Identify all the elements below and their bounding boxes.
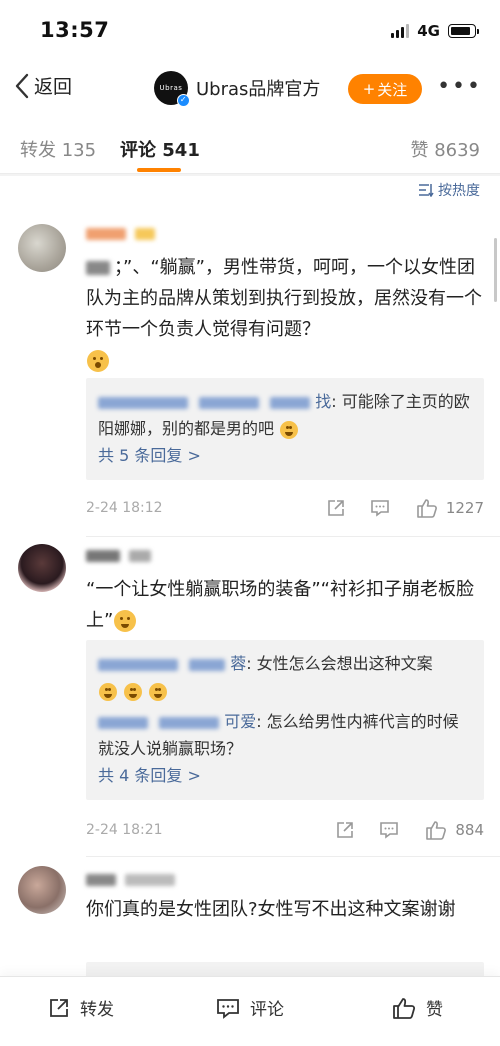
reply-item[interactable]: 蓉: 女性怎么会想出这种文案 <box>98 650 472 704</box>
like-count: 884 <box>455 821 484 839</box>
comment-icon[interactable] <box>367 820 411 840</box>
more-replies-link[interactable]: 共 4 条回复 > <box>98 762 472 790</box>
reply-box[interactable]: 找: 可能除了主页的欧阳娜娜，别的都是男的吧 共 5 条回复 > <box>86 378 484 480</box>
comment-username[interactable] <box>86 224 155 242</box>
comment-icon <box>217 998 239 1019</box>
comment-username[interactable] <box>86 546 151 564</box>
like-count: 1227 <box>445 499 484 517</box>
crying-emoji-icon <box>99 682 117 701</box>
more-replies-link[interactable]: 共 5 条回复 > <box>98 442 472 470</box>
brand-name: Ubras品牌官方 <box>196 79 321 100</box>
follow-button[interactable]: + 关注 <box>348 74 422 104</box>
divider <box>86 536 500 537</box>
status-time: 13:57 <box>40 18 110 42</box>
follow-label: 关注 <box>377 80 408 99</box>
sort-label: 按热度 <box>438 183 480 199</box>
brand-header[interactable]: Ubras ✓ Ubras品牌官方 <box>154 71 321 107</box>
repost-label: 转发 <box>80 1000 114 1020</box>
like-button[interactable]: 赞 <box>392 995 443 1020</box>
avatar[interactable] <box>18 224 66 272</box>
battery-fill <box>451 27 470 35</box>
brand-avatar: Ubras ✓ <box>154 71 190 107</box>
share-icon[interactable] <box>323 820 367 840</box>
like-label: 赞 <box>426 1000 443 1020</box>
surprised-emoji-icon <box>87 350 109 372</box>
comment-meta: 2-24 18:21 884 <box>86 816 484 844</box>
crying-emoji-icon <box>124 682 143 701</box>
status-indicators: 4G <box>391 22 479 40</box>
brand-avatar-text: Ubras <box>159 84 183 92</box>
comment-username[interactable] <box>86 870 175 888</box>
like-button[interactable]: 1227 <box>416 498 484 518</box>
comment-text: “一个让女性躺赢职场的装备”“衬衫扣子崩老板脸上” <box>86 574 486 636</box>
comment-icon[interactable] <box>358 498 402 518</box>
repost-button[interactable]: 转发 <box>48 995 114 1020</box>
back-button[interactable]: 返回 <box>14 72 72 99</box>
yummy-emoji-icon <box>280 420 299 439</box>
share-icon[interactable] <box>314 498 358 518</box>
sort-toggle[interactable]: 按热度 <box>418 180 480 200</box>
reply-item[interactable]: 可爱: 怎么给男性内裤代言的时候就没人说躺赢职场？ <box>98 708 472 762</box>
reply-username[interactable]: 找 <box>315 392 331 411</box>
avatar[interactable] <box>18 544 66 592</box>
status-bar: 13:57 4G <box>0 0 500 62</box>
signal-icon <box>391 24 410 38</box>
back-label: 返回 <box>34 76 73 98</box>
chevron-left-icon <box>15 73 29 98</box>
repost-icon <box>50 998 68 1017</box>
tab-comment[interactable]: 评论 541 <box>120 136 200 162</box>
comment-meta: 2-24 18:12 1227 <box>86 494 484 522</box>
comment-time: 2-24 18:21 <box>86 822 163 838</box>
network-type: 4G <box>417 22 440 40</box>
comment-text: ；”、“躺赢”，男性带货，呵呵，一个以女性团队为主的品牌从策划到执行到投放，居然… <box>86 252 486 376</box>
reply-box[interactable]: 蓉: 女性怎么会想出这种文案 可爱: 怎么给男性内裤代言的时候就没人说躺赢职场？… <box>86 640 484 800</box>
reply-username[interactable]: 可爱 <box>224 712 256 731</box>
reply-text: : 女性怎么会想出这种文案 <box>246 654 433 673</box>
sort-icon <box>419 184 434 197</box>
nav-bar: 返回 Ubras ✓ Ubras品牌官方 + 关注 ••• <box>0 62 500 114</box>
battery-icon <box>448 24 479 38</box>
thumbs-up-icon <box>393 997 416 1019</box>
comment-time: 2-24 18:12 <box>86 500 163 516</box>
comment-text: 你们真的是女性团队?女性写不出这种文案谢谢 <box>86 899 456 920</box>
reply-username[interactable]: 蓉 <box>230 654 246 673</box>
tab-like[interactable]: 赞 8639 <box>410 136 480 162</box>
comment-text-body: “一个让女性躺赢职场的装备”“衬衫扣子崩老板脸上” <box>86 579 474 631</box>
reply-item[interactable]: 找: 可能除了主页的欧阳娜娜，别的都是男的吧 <box>98 388 472 442</box>
thumbs-up-icon <box>417 499 437 518</box>
comment-label: 评论 <box>250 1000 284 1020</box>
bottom-action-bar: 转发 评论 赞 <box>0 976 500 1046</box>
tab-bar: 转发 135 评论 541 赞 8639 <box>0 118 500 174</box>
tab-indicator <box>137 168 181 172</box>
reply-text: : 怎么给男性内裤代言的时候就没人说躺赢职场？ <box>98 712 459 758</box>
thumbs-up-icon <box>426 821 447 840</box>
verified-icon: ✓ <box>177 94 190 107</box>
avatar[interactable] <box>18 866 66 914</box>
crying-emoji-icon <box>114 610 137 632</box>
like-button[interactable]: 884 <box>425 820 484 840</box>
scrollbar[interactable] <box>494 238 497 302</box>
plus-icon: + <box>362 80 376 98</box>
crying-emoji-icon <box>149 682 168 701</box>
divider <box>0 174 500 176</box>
comment-button[interactable]: 评论 <box>216 995 284 1020</box>
comment-text-body: ；”、“躺赢”，男性带货，呵呵，一个以女性团队为主的品牌从策划到执行到投放，居然… <box>86 257 482 340</box>
more-icon[interactable]: ••• <box>437 76 482 98</box>
tab-repost[interactable]: 转发 135 <box>20 136 96 162</box>
divider <box>86 856 500 857</box>
